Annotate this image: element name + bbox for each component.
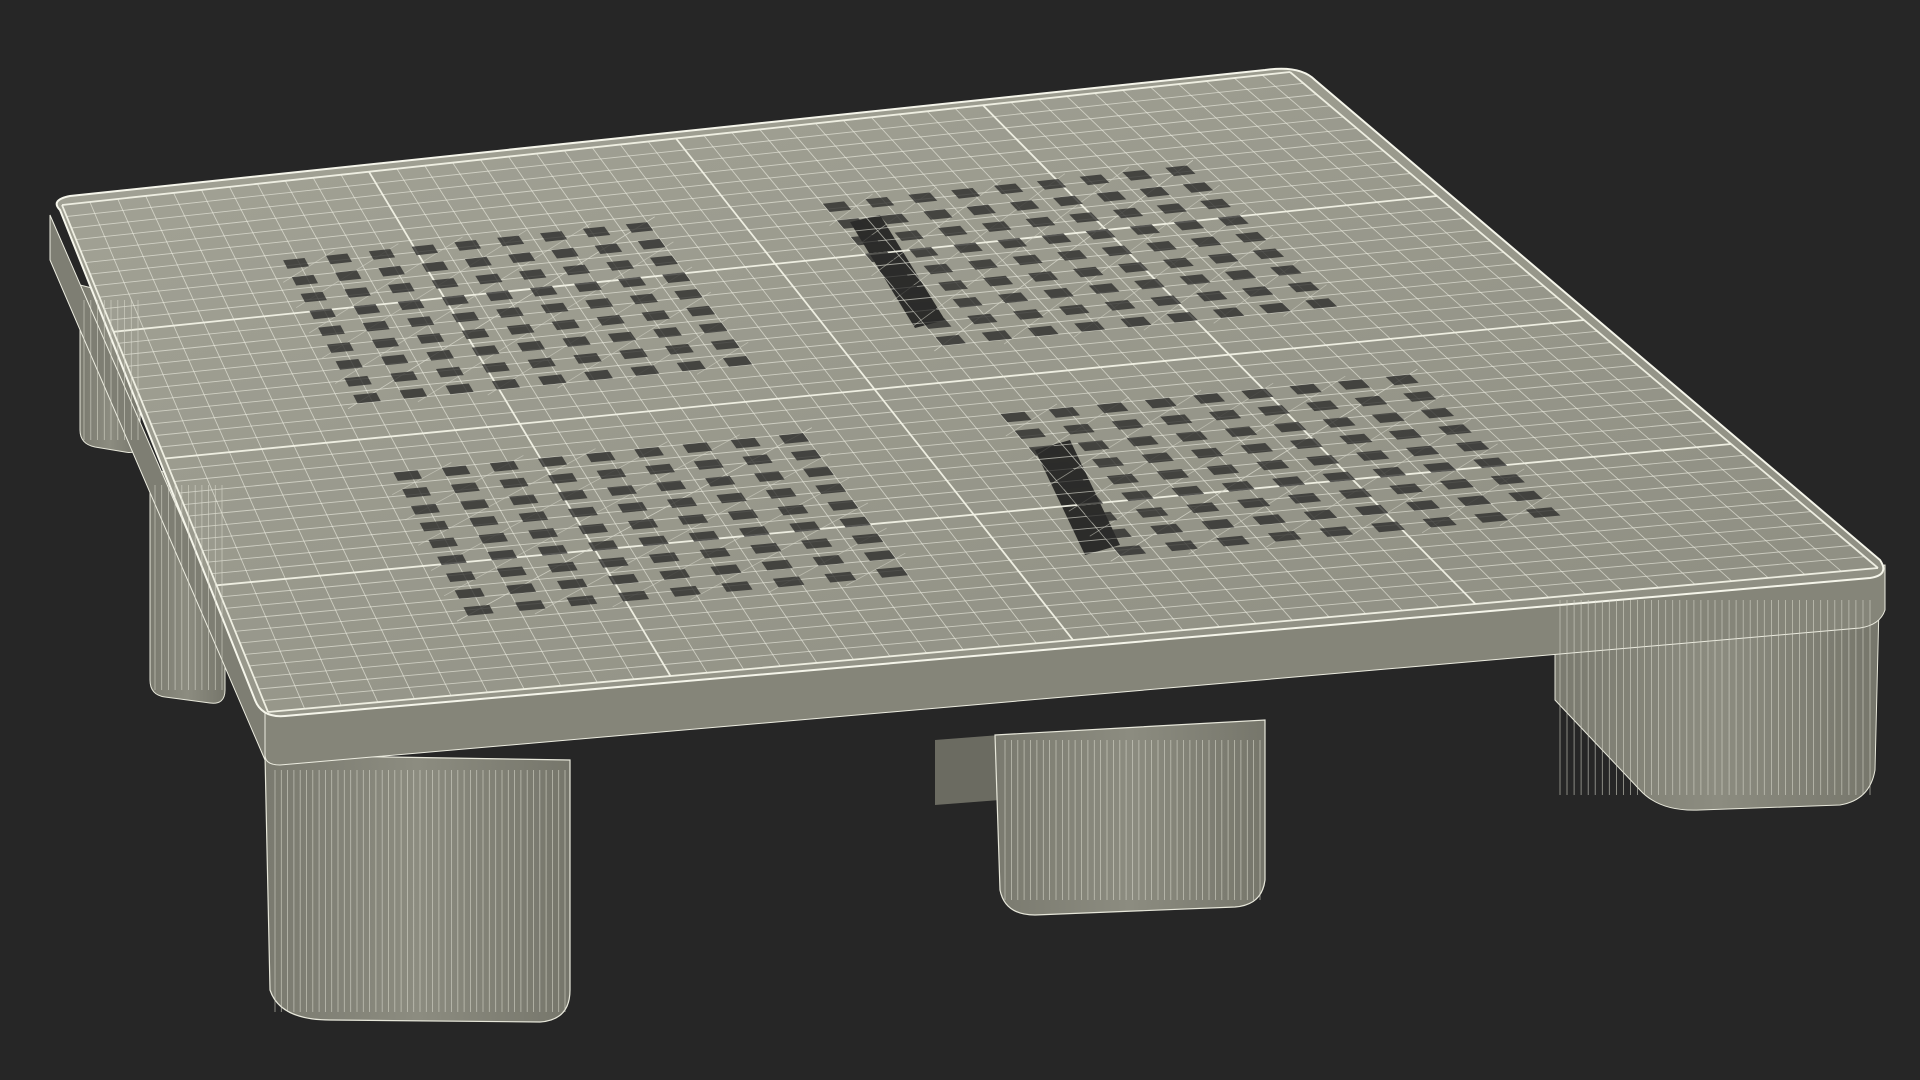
render-viewport (0, 0, 1920, 1080)
leg-back-mid-under (935, 735, 1000, 805)
leg-front-middle (994, 719, 1266, 916)
pallet-wireframe-render (49, 67, 1886, 1023)
leg-front-left (264, 754, 571, 1023)
front-legs (264, 719, 1266, 1023)
